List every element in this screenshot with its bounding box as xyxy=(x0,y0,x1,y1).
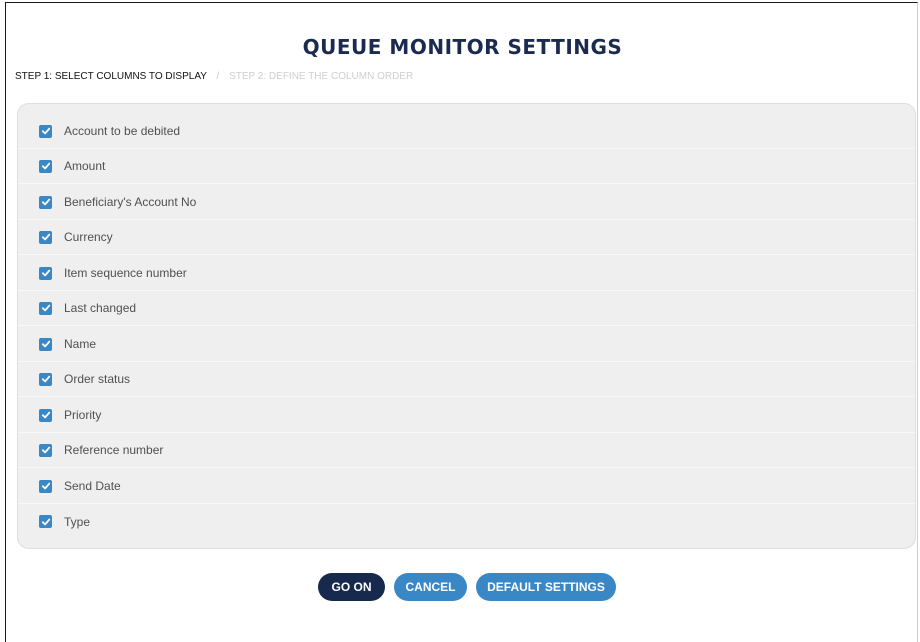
step-breadcrumb: STEP 1: SELECT COLUMNS TO DISPLAY / STEP… xyxy=(15,71,413,82)
column-row-reference-number[interactable]: Reference number xyxy=(18,433,915,468)
checkmark-icon xyxy=(41,518,50,525)
checkmark-icon xyxy=(41,304,50,312)
column-list: Account to be debited Amount Beneficiary… xyxy=(17,103,916,549)
column-label: Beneficiary's Account No xyxy=(64,195,197,209)
column-row-account-to-be-debited[interactable]: Account to be debited xyxy=(18,114,915,149)
checkmark-icon xyxy=(41,162,50,170)
cancel-button[interactable]: CANCEL xyxy=(394,573,467,601)
checkmark-icon xyxy=(41,233,50,241)
column-row-currency[interactable]: Currency xyxy=(18,220,915,255)
settings-dialog: QUEUE MONITOR SETTINGS STEP 1: SELECT CO… xyxy=(5,2,918,642)
checkmark-icon xyxy=(41,269,50,277)
column-label: Type xyxy=(64,514,91,529)
checkbox-checked[interactable] xyxy=(39,372,52,386)
column-label: Name xyxy=(64,337,97,351)
checkbox-checked[interactable] xyxy=(39,124,52,138)
column-label: Order status xyxy=(64,372,131,386)
checkmark-icon xyxy=(41,411,50,419)
column-row-beneficiary-account-no[interactable]: Beneficiary's Account No xyxy=(18,185,915,220)
checkmark-icon xyxy=(41,198,50,206)
go-on-button[interactable]: GO ON xyxy=(318,573,385,601)
step-separator: / xyxy=(216,71,220,82)
checkmark-icon xyxy=(41,340,50,348)
checkbox-checked[interactable] xyxy=(39,515,52,528)
column-row-name[interactable]: Name xyxy=(18,327,915,362)
checkbox-checked[interactable] xyxy=(39,159,52,173)
checkbox-checked[interactable] xyxy=(39,230,52,244)
column-label: Reference number xyxy=(64,443,164,457)
column-label: Priority xyxy=(64,408,102,422)
default-settings-button[interactable]: DEFAULT SETTINGS xyxy=(476,573,616,601)
column-row-last-changed[interactable]: Last changed xyxy=(18,291,915,326)
checkmark-icon xyxy=(41,482,50,490)
column-label: Account to be debited xyxy=(64,124,181,138)
checkmark-icon xyxy=(41,375,50,383)
column-label: Currency xyxy=(64,230,113,244)
checkbox-checked[interactable] xyxy=(39,408,52,422)
column-row-send-date[interactable]: Send Date xyxy=(18,469,915,504)
column-label: Last changed xyxy=(64,301,137,315)
checkbox-checked[interactable] xyxy=(39,479,52,493)
column-label: Item sequence number xyxy=(64,266,187,280)
checkbox-checked[interactable] xyxy=(39,195,52,209)
checkbox-checked[interactable] xyxy=(39,443,52,457)
column-row-order-status[interactable]: Order status xyxy=(18,362,915,397)
checkmark-icon xyxy=(41,127,50,135)
step-2-label[interactable]: STEP 2: DEFINE THE COLUMN ORDER xyxy=(229,71,413,82)
column-row-item-sequence-number[interactable]: Item sequence number xyxy=(18,256,915,291)
column-label: Amount xyxy=(64,159,106,173)
step-1-label: STEP 1: SELECT COLUMNS TO DISPLAY xyxy=(15,71,207,82)
column-row-type[interactable]: Type xyxy=(18,504,915,539)
checkbox-checked[interactable] xyxy=(39,266,52,280)
checkbox-checked[interactable] xyxy=(39,337,52,351)
column-row-amount[interactable]: Amount xyxy=(18,149,915,184)
column-row-priority[interactable]: Priority xyxy=(18,398,915,433)
checkbox-checked[interactable] xyxy=(39,301,52,315)
column-label: Send Date xyxy=(64,479,121,493)
dialog-title: QUEUE MONITOR SETTINGS xyxy=(302,35,623,59)
checkmark-icon xyxy=(41,446,50,454)
